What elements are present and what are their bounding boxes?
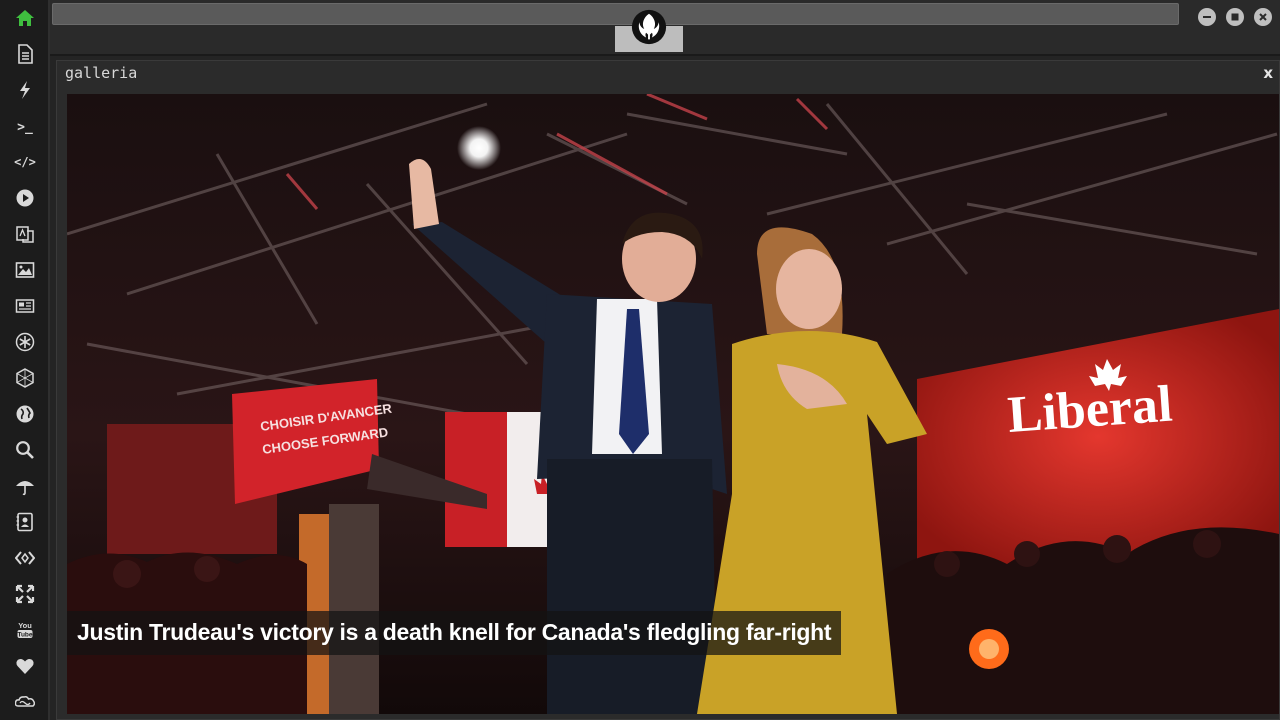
svg-text:Tube: Tube — [17, 632, 32, 639]
sidebar-item-document[interactable] — [8, 39, 42, 69]
sidebar-item-hexagon[interactable] — [8, 363, 42, 393]
maximize-button[interactable] — [1226, 8, 1244, 26]
umbrella-icon — [16, 481, 34, 496]
top-command-input[interactable] — [52, 3, 1179, 25]
sidebar-item-home[interactable] — [8, 3, 42, 33]
globe-icon — [16, 405, 34, 423]
image-icon — [15, 262, 35, 278]
liberal-sign-text: Liberal — [1006, 376, 1174, 444]
close-icon — [1259, 13, 1267, 21]
galleria-window: galleria x Liberal CHOISIR D'AVANCER CHO… — [56, 60, 1280, 720]
home-icon — [16, 10, 34, 26]
asterisk-icon — [15, 332, 35, 352]
sidebar-item-heart[interactable] — [8, 651, 42, 681]
sidebar: >_ </> You Tube — [0, 0, 50, 720]
top-bar — [50, 0, 1280, 56]
minimize-icon — [1203, 16, 1211, 18]
window-close-button[interactable]: x — [1263, 64, 1273, 82]
stage-spotlight — [457, 126, 501, 170]
close-app-button[interactable] — [1254, 8, 1272, 26]
code-diamond-icon — [15, 551, 35, 565]
sidebar-item-code-diamond[interactable] — [8, 543, 42, 573]
infinity-cloud-icon — [15, 696, 35, 707]
sidebar-item-news[interactable] — [8, 291, 42, 321]
contact-card-icon — [16, 512, 33, 532]
image-caption: Justin Trudeau's victory is a death knel… — [67, 611, 842, 655]
sidebar-item-terminal[interactable]: >_ — [8, 112, 42, 142]
expand-icon — [15, 584, 35, 604]
sidebar-item-expand[interactable] — [8, 579, 42, 609]
rebel-alliance-icon[interactable] — [630, 8, 668, 46]
maximize-icon — [1231, 13, 1239, 21]
svg-text:You: You — [18, 621, 32, 630]
terminal-icon: >_ — [17, 119, 33, 135]
translate-icon — [16, 226, 34, 243]
gallery-image[interactable]: Liberal CHOISIR D'AVANCER CHOOSE FORWARD — [67, 94, 1279, 714]
sidebar-item-youtube[interactable]: You Tube — [8, 615, 42, 645]
code-icon: </> — [14, 155, 36, 169]
sidebar-item-code[interactable]: </> — [8, 147, 42, 177]
play-icon — [16, 189, 34, 207]
document-icon — [18, 44, 33, 64]
sidebar-item-contact[interactable] — [8, 507, 42, 537]
sidebar-item-translate[interactable] — [8, 219, 42, 249]
sidebar-item-image[interactable] — [8, 255, 42, 285]
heart-icon — [16, 658, 34, 674]
sidebar-item-umbrella[interactable] — [8, 471, 42, 501]
orange-stage-light-core — [979, 639, 999, 659]
sidebar-item-lightning[interactable] — [8, 75, 42, 105]
youtube-icon: You Tube — [17, 621, 32, 639]
minimize-button[interactable] — [1198, 8, 1216, 26]
sidebar-item-globe[interactable] — [8, 399, 42, 429]
sidebar-item-search[interactable] — [8, 435, 42, 465]
search-icon — [16, 441, 34, 459]
sidebar-item-asterisk[interactable] — [8, 327, 42, 357]
newspaper-icon — [15, 299, 35, 313]
window-title: galleria — [65, 64, 138, 82]
hexagon-icon — [16, 368, 34, 388]
lightning-icon — [20, 81, 30, 99]
sidebar-item-play[interactable] — [8, 183, 42, 213]
sidebar-item-infinity[interactable] — [8, 687, 42, 717]
